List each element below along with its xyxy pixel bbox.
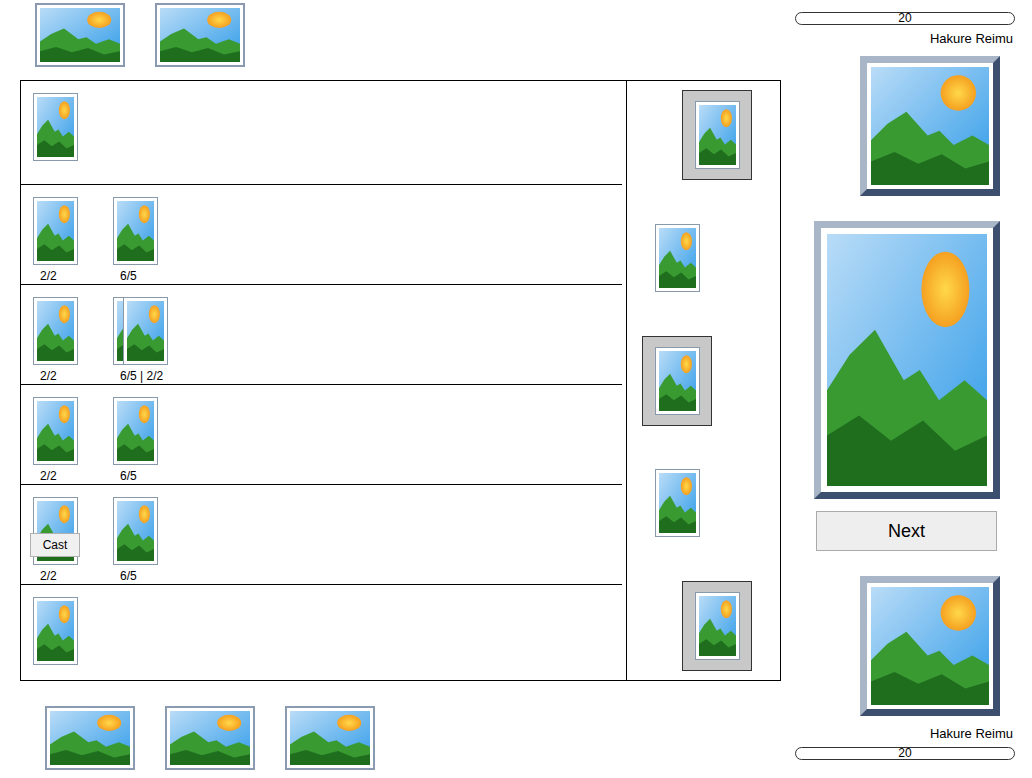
picture-icon xyxy=(37,201,74,261)
next-button[interactable]: Next xyxy=(816,511,997,551)
picture-icon xyxy=(50,711,130,765)
picture-icon xyxy=(290,711,370,765)
picture-icon xyxy=(871,587,989,705)
unit-stats: 6/5 xyxy=(113,569,137,583)
card[interactable] xyxy=(33,197,78,265)
opponent-portrait xyxy=(860,56,1000,196)
side-card-frame[interactable] xyxy=(642,336,712,426)
picture-icon xyxy=(827,234,987,486)
picture-icon xyxy=(37,301,74,361)
hand-card[interactable] xyxy=(45,706,135,770)
picture-icon xyxy=(699,105,736,165)
side-slot xyxy=(627,336,780,426)
card[interactable] xyxy=(113,397,158,465)
picture-icon xyxy=(659,473,696,533)
hand-card[interactable] xyxy=(285,706,375,770)
side-slot xyxy=(627,213,780,303)
hand-card[interactable] xyxy=(35,3,125,67)
picture-icon xyxy=(37,97,74,157)
unit[interactable]: 6/5 xyxy=(113,397,158,484)
picture-icon xyxy=(659,351,696,411)
board: 2/2 6/5 2/2 6/5 | 2/2 2/2 6/5 2/2 Cast 6/5 xyxy=(20,80,781,681)
unit[interactable] xyxy=(33,597,78,680)
side-card-frame[interactable] xyxy=(682,581,752,671)
game-screen: 2/26/52/26/5 | 2/22/26/52/2Cast6/520Haku… xyxy=(0,0,1032,778)
lane: 2/2 6/5 xyxy=(21,185,622,285)
lane: 2/2 6/5 xyxy=(21,385,622,485)
side-card[interactable] xyxy=(655,224,700,292)
picture-icon xyxy=(871,67,989,185)
unit[interactable] xyxy=(33,93,78,184)
opponent-info: 20 Hakure Reimu xyxy=(790,12,1032,46)
hand-card[interactable] xyxy=(165,706,255,770)
info-panel: 20 Hakure Reimu Next Hakure Reimu 20 xyxy=(790,0,1032,778)
unit-stats: 2/2 xyxy=(33,469,57,483)
player-portrait xyxy=(860,576,1000,716)
picture-icon xyxy=(170,711,250,765)
unit[interactable]: 6/5 xyxy=(113,497,158,584)
side-card[interactable] xyxy=(655,469,700,537)
card[interactable] xyxy=(33,297,78,365)
hand-card[interactable] xyxy=(155,3,245,67)
side-slot xyxy=(627,458,780,548)
unit[interactable]: 2/2 xyxy=(33,197,78,284)
side-column xyxy=(627,81,780,680)
card[interactable] xyxy=(33,397,78,465)
picture-icon xyxy=(37,601,74,661)
card[interactable] xyxy=(33,597,78,665)
unit[interactable]: 6/5 | 2/2 xyxy=(113,297,168,384)
unit-stats: 2/2 xyxy=(33,569,57,583)
picture-icon xyxy=(117,201,154,261)
lane xyxy=(21,81,622,185)
unit[interactable]: 2/2 Cast xyxy=(33,497,78,584)
play-area: 2/2 6/5 2/2 6/5 | 2/2 2/2 6/5 2/2 Cast 6/5 xyxy=(0,0,790,778)
picture-icon xyxy=(659,228,696,288)
unit[interactable]: 6/5 xyxy=(113,197,158,284)
lane: 2/2 Cast 6/5 xyxy=(21,485,622,585)
picture-icon xyxy=(117,501,154,561)
card[interactable] xyxy=(113,197,158,265)
side-card-frame[interactable] xyxy=(682,90,752,180)
card-preview xyxy=(814,221,1000,499)
picture-icon xyxy=(699,596,736,656)
lanes: 2/2 6/5 2/2 6/5 | 2/2 2/2 6/5 2/2 Cast 6/5 xyxy=(21,81,627,680)
picture-icon xyxy=(40,8,120,62)
side-card[interactable] xyxy=(695,101,740,169)
life-bar: 20 xyxy=(795,12,1015,25)
unit-stats: 2/2 xyxy=(33,369,57,383)
player-name: Hakure Reimu xyxy=(930,31,1015,46)
life-bar: 20 xyxy=(795,747,1015,760)
unit-stats: 6/5 | 2/2 xyxy=(113,369,163,383)
side-slot xyxy=(627,581,780,671)
side-card-frame[interactable] xyxy=(642,458,712,548)
unit[interactable]: 2/2 xyxy=(33,397,78,484)
unit[interactable]: 2/2 xyxy=(33,297,78,384)
side-card[interactable] xyxy=(655,347,700,415)
side-card[interactable] xyxy=(695,592,740,660)
picture-icon xyxy=(160,8,240,62)
unit-stats: 2/2 xyxy=(33,269,57,283)
player-name: Hakure Reimu xyxy=(930,726,1015,741)
lane xyxy=(21,585,626,680)
picture-icon xyxy=(117,401,154,461)
side-slot xyxy=(627,90,780,180)
picture-icon xyxy=(127,301,164,361)
player-info: Hakure Reimu 20 xyxy=(790,726,1032,760)
unit-stats: 6/5 xyxy=(113,269,137,283)
card-stage: Next xyxy=(790,46,1032,716)
opponent-hand xyxy=(0,0,790,80)
card-stack[interactable] xyxy=(113,297,168,365)
lane: 2/2 6/5 | 2/2 xyxy=(21,285,622,385)
card[interactable] xyxy=(33,93,78,161)
card[interactable] xyxy=(113,497,158,565)
card[interactable] xyxy=(123,297,168,365)
cast-button[interactable]: Cast xyxy=(30,533,80,557)
player-hand xyxy=(0,681,790,770)
picture-icon xyxy=(37,401,74,461)
side-card-frame[interactable] xyxy=(642,213,712,303)
unit-stats: 6/5 xyxy=(113,469,137,483)
